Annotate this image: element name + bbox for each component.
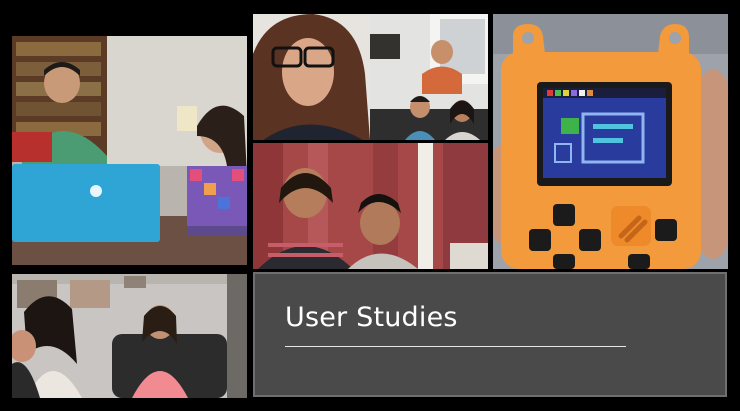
video-tile-girls-couch <box>12 274 247 398</box>
video-frame-family <box>370 14 488 140</box>
video-frame-game-console <box>493 14 728 269</box>
slide-title: User Studies <box>285 302 458 333</box>
video-tile-kids-curtains <box>253 143 488 269</box>
video-frame-kids-curtains <box>253 143 488 269</box>
video-tile-woman-glasses <box>253 14 370 140</box>
video-tile-family <box>370 14 488 140</box>
video-tile-game-console <box>493 14 728 269</box>
video-frame-girls-couch <box>12 274 247 398</box>
video-tile-kids-laptop <box>12 36 247 265</box>
video-frame-woman-glasses <box>253 14 370 140</box>
video-frame-kids-laptop <box>12 36 247 265</box>
title-slide: User Studies <box>253 272 727 397</box>
title-underline <box>285 346 626 347</box>
